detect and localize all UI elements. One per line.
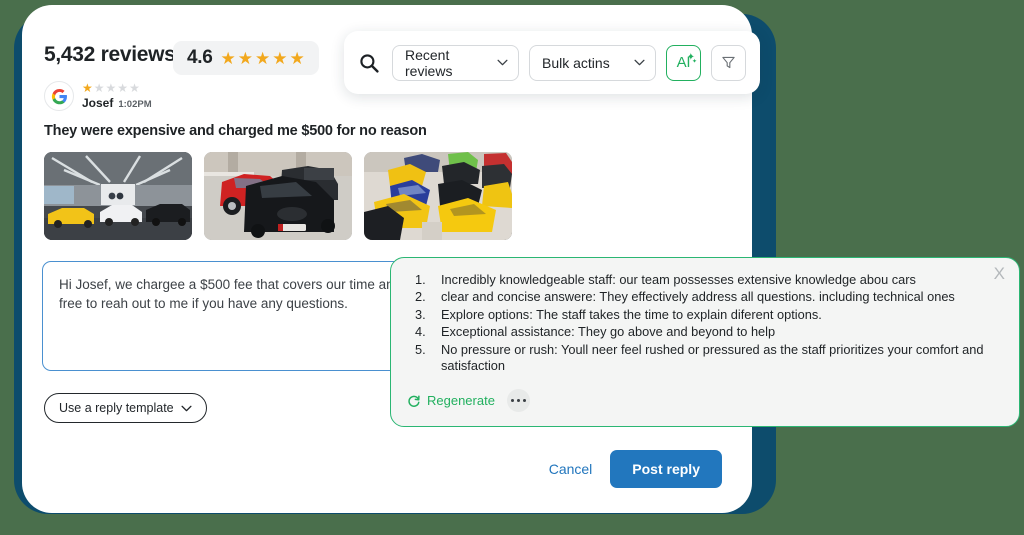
popup-actions: Regenerate (407, 389, 530, 412)
rating-stars: ★ ★ ★ ★ ★ (221, 50, 305, 67)
ai-suggestion-item[interactable]: Explore options: The staff takes the tim… (407, 307, 999, 324)
chevron-down-icon (634, 59, 645, 66)
review-photos (44, 152, 512, 240)
ai-suggestion-item[interactable]: No pressure or rush: Youll neer feel rus… (407, 342, 999, 375)
photo-overhead-colorful-cars[interactable] (364, 152, 512, 240)
ai-suggestion-item[interactable]: Incredibly knowledgeable staff: our team… (407, 272, 999, 289)
star-icon: ★ (82, 81, 93, 95)
use-reply-template-label: Use a reply template (59, 401, 174, 415)
search-icon[interactable] (358, 52, 380, 74)
dot-icon (511, 398, 515, 403)
reviewer-block: ★ ★ ★ ★ ★ Josef 1:02PM (44, 81, 152, 111)
sort-select[interactable]: Recent reviews (392, 44, 519, 81)
chevron-down-icon (181, 405, 192, 411)
filter-icon (722, 56, 735, 69)
reviewer-name: Josef (82, 96, 114, 110)
ai-suggestion-item[interactable]: Exceptional assistance: They go above an… (407, 324, 999, 341)
regenerate-button[interactable]: Regenerate (407, 393, 495, 408)
cancel-button[interactable]: Cancel (549, 461, 593, 477)
use-reply-template-button[interactable]: Use a reply template (44, 393, 207, 423)
ai-assist-button[interactable]: AI ✦ ✦ (666, 44, 701, 81)
star-icon-empty: ★ (117, 81, 129, 95)
star-icon-empty: ★ (105, 81, 117, 95)
star-icon: ★ (255, 48, 271, 68)
bulk-actions-select[interactable]: Bulk actins (529, 44, 656, 81)
star-icon-empty: ★ (93, 81, 105, 95)
ai-suggestion-item[interactable]: clear and concise answere: They effectiv… (407, 289, 999, 306)
post-reply-button[interactable]: Post reply (610, 450, 722, 488)
google-logo-icon (51, 88, 67, 104)
star-icon: ★ (220, 48, 236, 68)
sort-select-label: Recent reviews (405, 46, 453, 79)
star-icon: ★ (289, 48, 305, 68)
reviews-toolbar: Recent reviews Bulk actins AI ✦ ✦ (344, 31, 760, 94)
avatar (44, 81, 74, 111)
reviewer-meta: ★ ★ ★ ★ ★ Josef 1:02PM (82, 81, 152, 110)
ai-suggestion-list: Incredibly knowledgeable staff: our team… (407, 272, 999, 374)
rating-badge: 4.6 ★ ★ ★ ★ ★ (173, 41, 319, 75)
chevron-down-icon (497, 59, 508, 66)
more-options-button[interactable] (506, 389, 530, 412)
photo-lot-red-audi[interactable] (204, 152, 352, 240)
footer-actions: Cancel Post reply (549, 450, 722, 488)
dot-icon (516, 398, 521, 403)
review-text: They were expensive and charged me $500 … (44, 123, 427, 139)
star-icon-empty: ★ (129, 81, 140, 95)
star-icon: ★ (237, 48, 254, 68)
filter-button[interactable] (711, 44, 746, 81)
rating-value: 4.6 (187, 47, 213, 68)
ai-suggestions-popup: X Incredibly knowledgeable staff: our te… (390, 257, 1020, 427)
review-stars: ★ ★ ★ ★ ★ (82, 82, 152, 94)
review-count-label: 5,432 reviews (44, 43, 176, 66)
reviewer-line: Josef 1:02PM (82, 96, 152, 110)
bulk-actions-label: Bulk actins (542, 54, 610, 71)
star-icon: ★ (272, 48, 288, 68)
screenshot-root: 5,432 reviews 4.6 ★ ★ ★ ★ ★ ★ ★ ★ ★ ★ Jo… (0, 0, 1024, 535)
dot-icon (522, 398, 526, 403)
regenerate-label: Regenerate (427, 393, 495, 408)
sparkle-icon: ✦ (691, 58, 697, 65)
reviewer-time: 1:02PM (118, 99, 152, 110)
refresh-icon (408, 395, 420, 407)
photo-showroom-supercars[interactable] (44, 152, 192, 240)
